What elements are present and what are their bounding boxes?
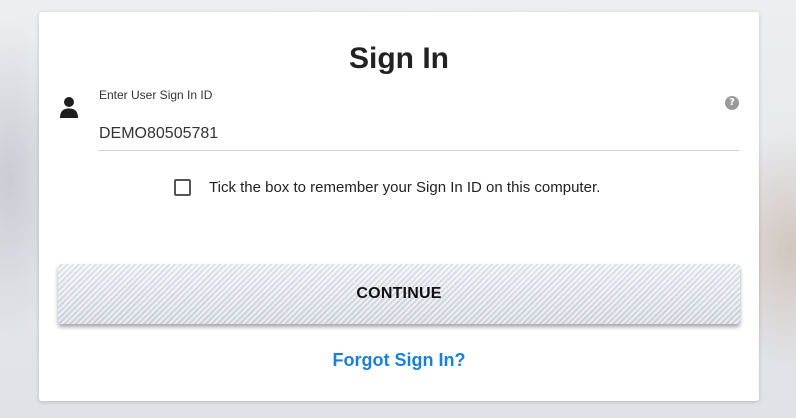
forgot-signin-link[interactable]: Forgot Sign In? <box>39 350 759 371</box>
remember-label: Tick the box to remember your Sign In ID… <box>209 179 601 196</box>
user-id-label: Enter User Sign In ID <box>99 88 213 102</box>
page-title: Sign In <box>349 42 449 75</box>
remember-checkbox[interactable] <box>174 179 191 196</box>
user-id-input[interactable] <box>99 118 739 151</box>
signin-card: Sign In Enter User Sign In ID ? Tick the… <box>39 12 759 401</box>
user-icon <box>60 97 78 118</box>
question-circle-icon[interactable]: ? <box>725 96 739 110</box>
continue-button[interactable]: CONTINUE <box>58 264 740 324</box>
